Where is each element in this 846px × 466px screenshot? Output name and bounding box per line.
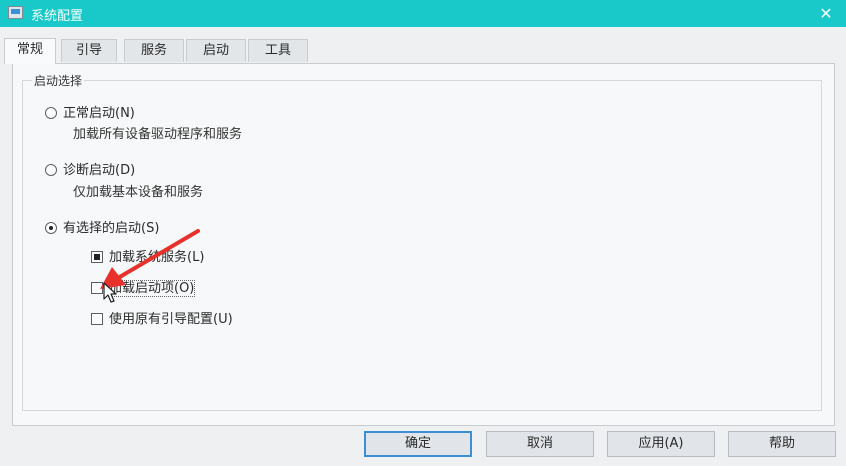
title-bar: 系统配置 ✕	[0, 0, 846, 27]
diagnostic-startup-desc: 仅加载基本设备和服务	[73, 185, 204, 200]
cancel-button[interactable]: 取消	[486, 431, 594, 457]
general-tab-panel: 启动选择 正常启动(N) 加载所有设备驱动程序和服务 诊断启动(D) 仅加载基本…	[12, 63, 835, 426]
diagnostic-startup-label: 诊断启动(D)	[63, 163, 136, 178]
normal-startup-label: 正常启动(N)	[63, 106, 135, 121]
tab-startup[interactable]: 启动	[186, 39, 246, 62]
apply-button[interactable]: 应用(A)	[607, 431, 715, 457]
load-startup-items-label: 加载启动项(O)	[107, 280, 196, 297]
tab-tools[interactable]: 工具	[248, 39, 308, 62]
load-system-services-checkbox[interactable]: 加载系统服务(L)	[91, 249, 204, 267]
tab-general[interactable]: 常规	[4, 38, 56, 64]
tab-services[interactable]: 服务	[124, 39, 184, 62]
selective-startup-label: 有选择的启动(S)	[63, 221, 160, 236]
normal-startup-radio[interactable]: 正常启动(N)	[45, 105, 135, 123]
system-config-icon	[8, 6, 23, 19]
close-button[interactable]: ✕	[806, 0, 846, 27]
radio-indicator[interactable]	[45, 222, 57, 234]
window-title: 系统配置	[31, 9, 84, 24]
help-button[interactable]: 帮助	[728, 431, 836, 457]
load-startup-items-checkbox[interactable]: 加载启动项(O)	[91, 280, 196, 298]
ok-button[interactable]: 确定	[364, 431, 472, 457]
checkbox-indicator[interactable]	[91, 282, 103, 294]
tab-strip: 常规 引导 服务 启动 工具	[0, 38, 846, 64]
diagnostic-startup-radio[interactable]: 诊断启动(D)	[45, 162, 135, 180]
use-original-boot-config-checkbox[interactable]: 使用原有引导配置(U)	[91, 311, 233, 329]
radio-indicator[interactable]	[45, 164, 57, 176]
tab-boot[interactable]: 引导	[61, 39, 117, 62]
radio-indicator[interactable]	[45, 107, 57, 119]
group-label: 启动选择	[32, 72, 85, 89]
dialog-body: 常规 引导 服务 启动 工具 启动选择 正常启动(N) 加载所有设备驱动程序和服…	[0, 27, 846, 466]
normal-startup-desc: 加载所有设备驱动程序和服务	[73, 127, 243, 142]
use-original-boot-config-label: 使用原有引导配置(U)	[109, 312, 233, 327]
selective-startup-radio[interactable]: 有选择的启动(S)	[45, 220, 159, 238]
checkbox-indicator[interactable]	[91, 313, 103, 325]
load-system-services-label: 加载系统服务(L)	[109, 250, 205, 265]
checkbox-indicator[interactable]	[91, 251, 103, 263]
